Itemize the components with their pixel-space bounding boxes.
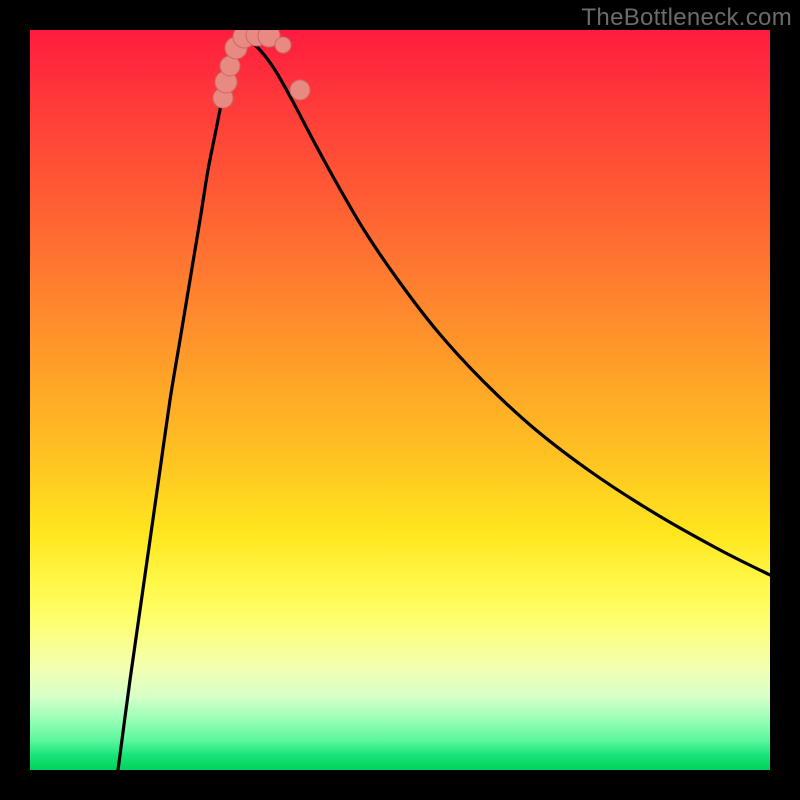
- curve-right-branch: [246, 38, 770, 575]
- chart-frame: TheBottleneck.com: [0, 0, 800, 800]
- curve-group: [118, 38, 770, 770]
- data-point: [290, 80, 310, 100]
- data-dots: [213, 30, 310, 108]
- data-point: [275, 37, 291, 53]
- curve-left-branch: [118, 38, 246, 770]
- watermark-text: TheBottleneck.com: [581, 4, 792, 32]
- plot-area: [30, 30, 770, 770]
- bottleneck-curve-chart: [30, 30, 770, 770]
